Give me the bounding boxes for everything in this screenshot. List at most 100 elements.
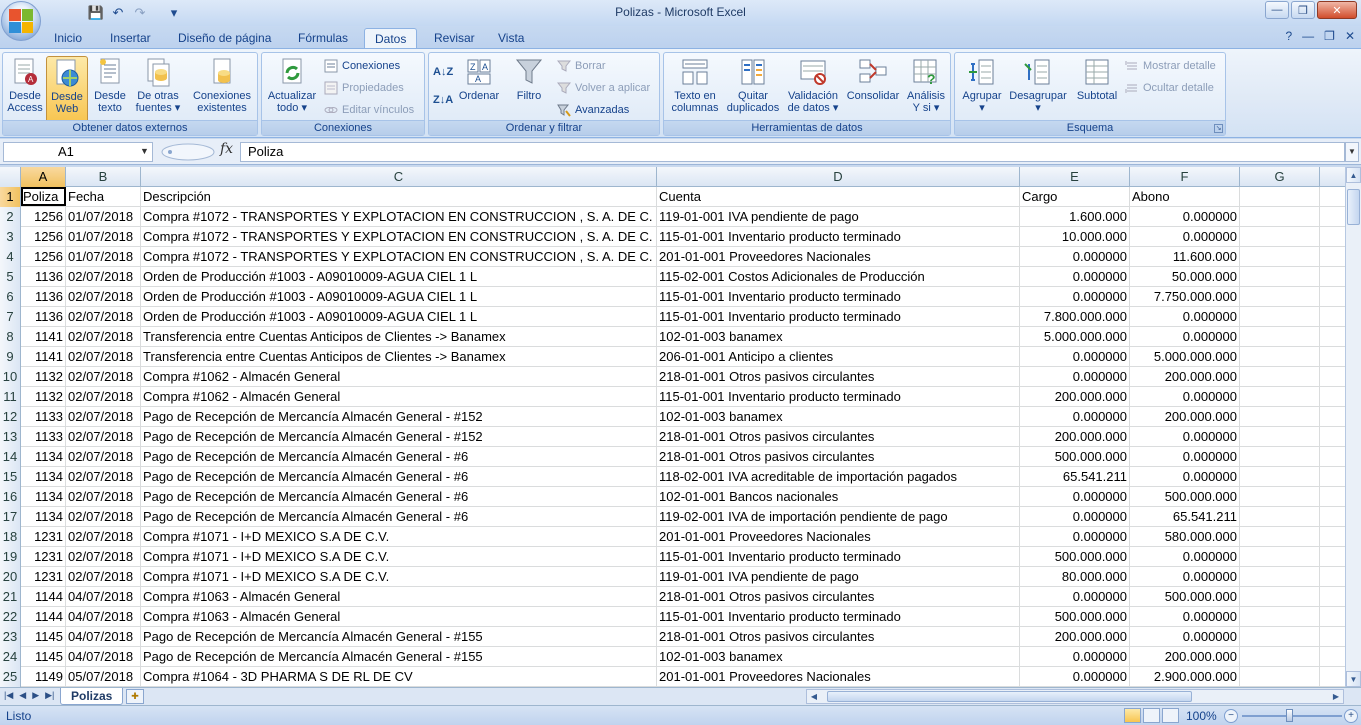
cell-a[interactable]: 1132 (21, 387, 66, 406)
spreadsheet-grid[interactable]: A B C D E F G 1 Poliza Fecha Descripción Cue… (0, 167, 1345, 687)
cell-f[interactable]: 0.000000 (1130, 607, 1240, 626)
cell-c[interactable]: Descripción (141, 187, 657, 206)
cell-f[interactable]: 200.000.000 (1130, 647, 1240, 666)
vertical-scroll-thumb[interactable] (1347, 189, 1360, 225)
cell-b[interactable]: 05/07/2018 (66, 667, 141, 686)
cell-e[interactable]: 200.000.000 (1020, 627, 1130, 646)
cell-a[interactable]: 1136 (21, 307, 66, 326)
next-sheet-icon[interactable]: ▶ (32, 690, 39, 701)
cell-g[interactable] (1240, 667, 1320, 686)
row-header[interactable]: 4 (0, 247, 21, 267)
cell-d[interactable]: 218-01-001 Otros pasivos circulantes (657, 587, 1020, 606)
cell-b[interactable]: 04/07/2018 (66, 587, 141, 606)
cell-c[interactable]: Transferencia entre Cuentas Anticipos de… (141, 347, 657, 366)
cell-f[interactable]: 580.000.000 (1130, 527, 1240, 546)
desde-web-button[interactable]: Desde Web (46, 56, 88, 123)
cell-a[interactable]: 1134 (21, 467, 66, 486)
zoom-slider-thumb[interactable] (1286, 709, 1293, 722)
cell-b[interactable]: 02/07/2018 (66, 347, 141, 366)
cell-f[interactable]: 0.000000 (1130, 467, 1240, 486)
row-header[interactable]: 14 (0, 447, 21, 467)
cell-e[interactable]: 0.000000 (1020, 267, 1130, 286)
cell-c[interactable]: Pago de Recepción de Mercancía Almacén G… (141, 647, 657, 666)
cell-c[interactable]: Pago de Recepción de Mercancía Almacén G… (141, 627, 657, 646)
cell-b[interactable]: 02/07/2018 (66, 427, 141, 446)
cell-partial[interactable] (1320, 627, 1345, 646)
dialog-launcher-icon[interactable]: ↘ (1214, 124, 1223, 133)
column-header-d[interactable]: D (657, 167, 1020, 187)
insert-sheet-icon[interactable]: ✚ (126, 689, 144, 704)
cell-f[interactable]: 500.000.000 (1130, 587, 1240, 606)
propiedades-button[interactable]: Propiedades (322, 79, 404, 97)
consolidar-button[interactable]: Consolidar (844, 56, 902, 102)
cell-g[interactable] (1240, 187, 1320, 206)
cell-e[interactable]: 1.600.000 (1020, 207, 1130, 226)
cell-partial[interactable] (1320, 287, 1345, 306)
row-header[interactable]: 8 (0, 327, 21, 347)
cell-partial[interactable] (1320, 207, 1345, 226)
cell-c[interactable]: Pago de Recepción de Mercancía Almacén G… (141, 427, 657, 446)
tab-datos[interactable]: Datos (364, 28, 418, 49)
cell-e[interactable]: 0.000000 (1020, 647, 1130, 666)
column-header-f[interactable]: F (1130, 167, 1240, 187)
cell-partial[interactable] (1320, 527, 1345, 546)
cell-d[interactable]: 201-01-001 Proveedores Nacionales (657, 667, 1020, 686)
cell-e[interactable]: 80.000.000 (1020, 567, 1130, 586)
cell-partial[interactable] (1320, 247, 1345, 266)
cell-e[interactable]: 0.000000 (1020, 247, 1130, 266)
cell-e[interactable]: 0.000000 (1020, 527, 1130, 546)
close-button[interactable]: ✕ (1317, 1, 1357, 19)
help-icon[interactable]: ? (1285, 29, 1292, 43)
ordenar-button[interactable]: ZAA Ordenar (453, 56, 505, 102)
cell-g[interactable] (1240, 407, 1320, 426)
tab-revisar[interactable]: Revisar (424, 28, 485, 49)
cell-d[interactable]: 115-02-001 Costos Adicionales de Producc… (657, 267, 1020, 286)
cell-d[interactable]: 201-01-001 Proveedores Nacionales (657, 247, 1020, 266)
cell-a[interactable]: 1231 (21, 527, 66, 546)
cell-d[interactable]: 218-01-001 Otros pasivos circulantes (657, 627, 1020, 646)
row-header[interactable]: 23 (0, 627, 21, 647)
cell-d[interactable]: 206-01-001 Anticipo a clientes (657, 347, 1020, 366)
cell-d[interactable]: 115-01-001 Inventario producto terminado (657, 307, 1020, 326)
cell-partial[interactable] (1320, 407, 1345, 426)
cell-f[interactable]: 200.000.000 (1130, 367, 1240, 386)
cell-e[interactable]: 0.000000 (1020, 667, 1130, 686)
last-sheet-icon[interactable]: ▶| (45, 690, 54, 701)
cell-c[interactable]: Compra #1064 - 3D PHARMA S DE RL DE CV (141, 667, 657, 686)
cell-c[interactable]: Pago de Recepción de Mercancía Almacén G… (141, 447, 657, 466)
cell-f[interactable]: 0.000000 (1130, 547, 1240, 566)
cell-a[interactable]: 1231 (21, 567, 66, 586)
row-header[interactable]: 18 (0, 527, 21, 547)
cell-partial[interactable] (1320, 427, 1345, 446)
tab-diseno-pagina[interactable]: Diseño de página (168, 28, 281, 49)
mostrar-detalle-button[interactable]: Mostrar detalle (1123, 57, 1216, 75)
cell-e[interactable]: 0.000000 (1020, 287, 1130, 306)
cell-e[interactable]: 0.000000 (1020, 587, 1130, 606)
cell-partial[interactable] (1320, 547, 1345, 566)
tab-vista[interactable]: Vista (488, 28, 534, 49)
cell-a[interactable]: 1144 (21, 607, 66, 626)
cell-a[interactable]: 1145 (21, 647, 66, 666)
cell-g[interactable] (1240, 247, 1320, 266)
cell-d[interactable]: 119-02-001 IVA de importación pendiente … (657, 507, 1020, 526)
cell-f[interactable]: 0.000000 (1130, 307, 1240, 326)
cell-c[interactable]: Pago de Recepción de Mercancía Almacén G… (141, 487, 657, 506)
cell-e[interactable]: 0.000000 (1020, 487, 1130, 506)
horizontal-scroll-thumb[interactable] (827, 691, 1192, 702)
cell-partial[interactable] (1320, 187, 1345, 206)
cell-b[interactable]: 02/07/2018 (66, 547, 141, 566)
insert-function-icon[interactable]: fx (220, 141, 233, 157)
page-layout-view-icon[interactable] (1143, 708, 1160, 723)
row-header[interactable]: 17 (0, 507, 21, 527)
cell-f[interactable]: 0.000000 (1130, 227, 1240, 246)
tab-inicio[interactable]: Inicio (44, 28, 92, 49)
select-all-button[interactable] (0, 167, 21, 187)
cell-b[interactable]: 01/07/2018 (66, 247, 141, 266)
column-header-partial[interactable] (1320, 167, 1345, 187)
page-break-view-icon[interactable] (1162, 708, 1179, 723)
cell-c[interactable]: Compra #1063 - Almacén General (141, 587, 657, 606)
name-box-dropdown-icon[interactable]: ▼ (140, 142, 152, 160)
cell-g[interactable] (1240, 267, 1320, 286)
cell-g[interactable] (1240, 387, 1320, 406)
row-header[interactable]: 24 (0, 647, 21, 667)
